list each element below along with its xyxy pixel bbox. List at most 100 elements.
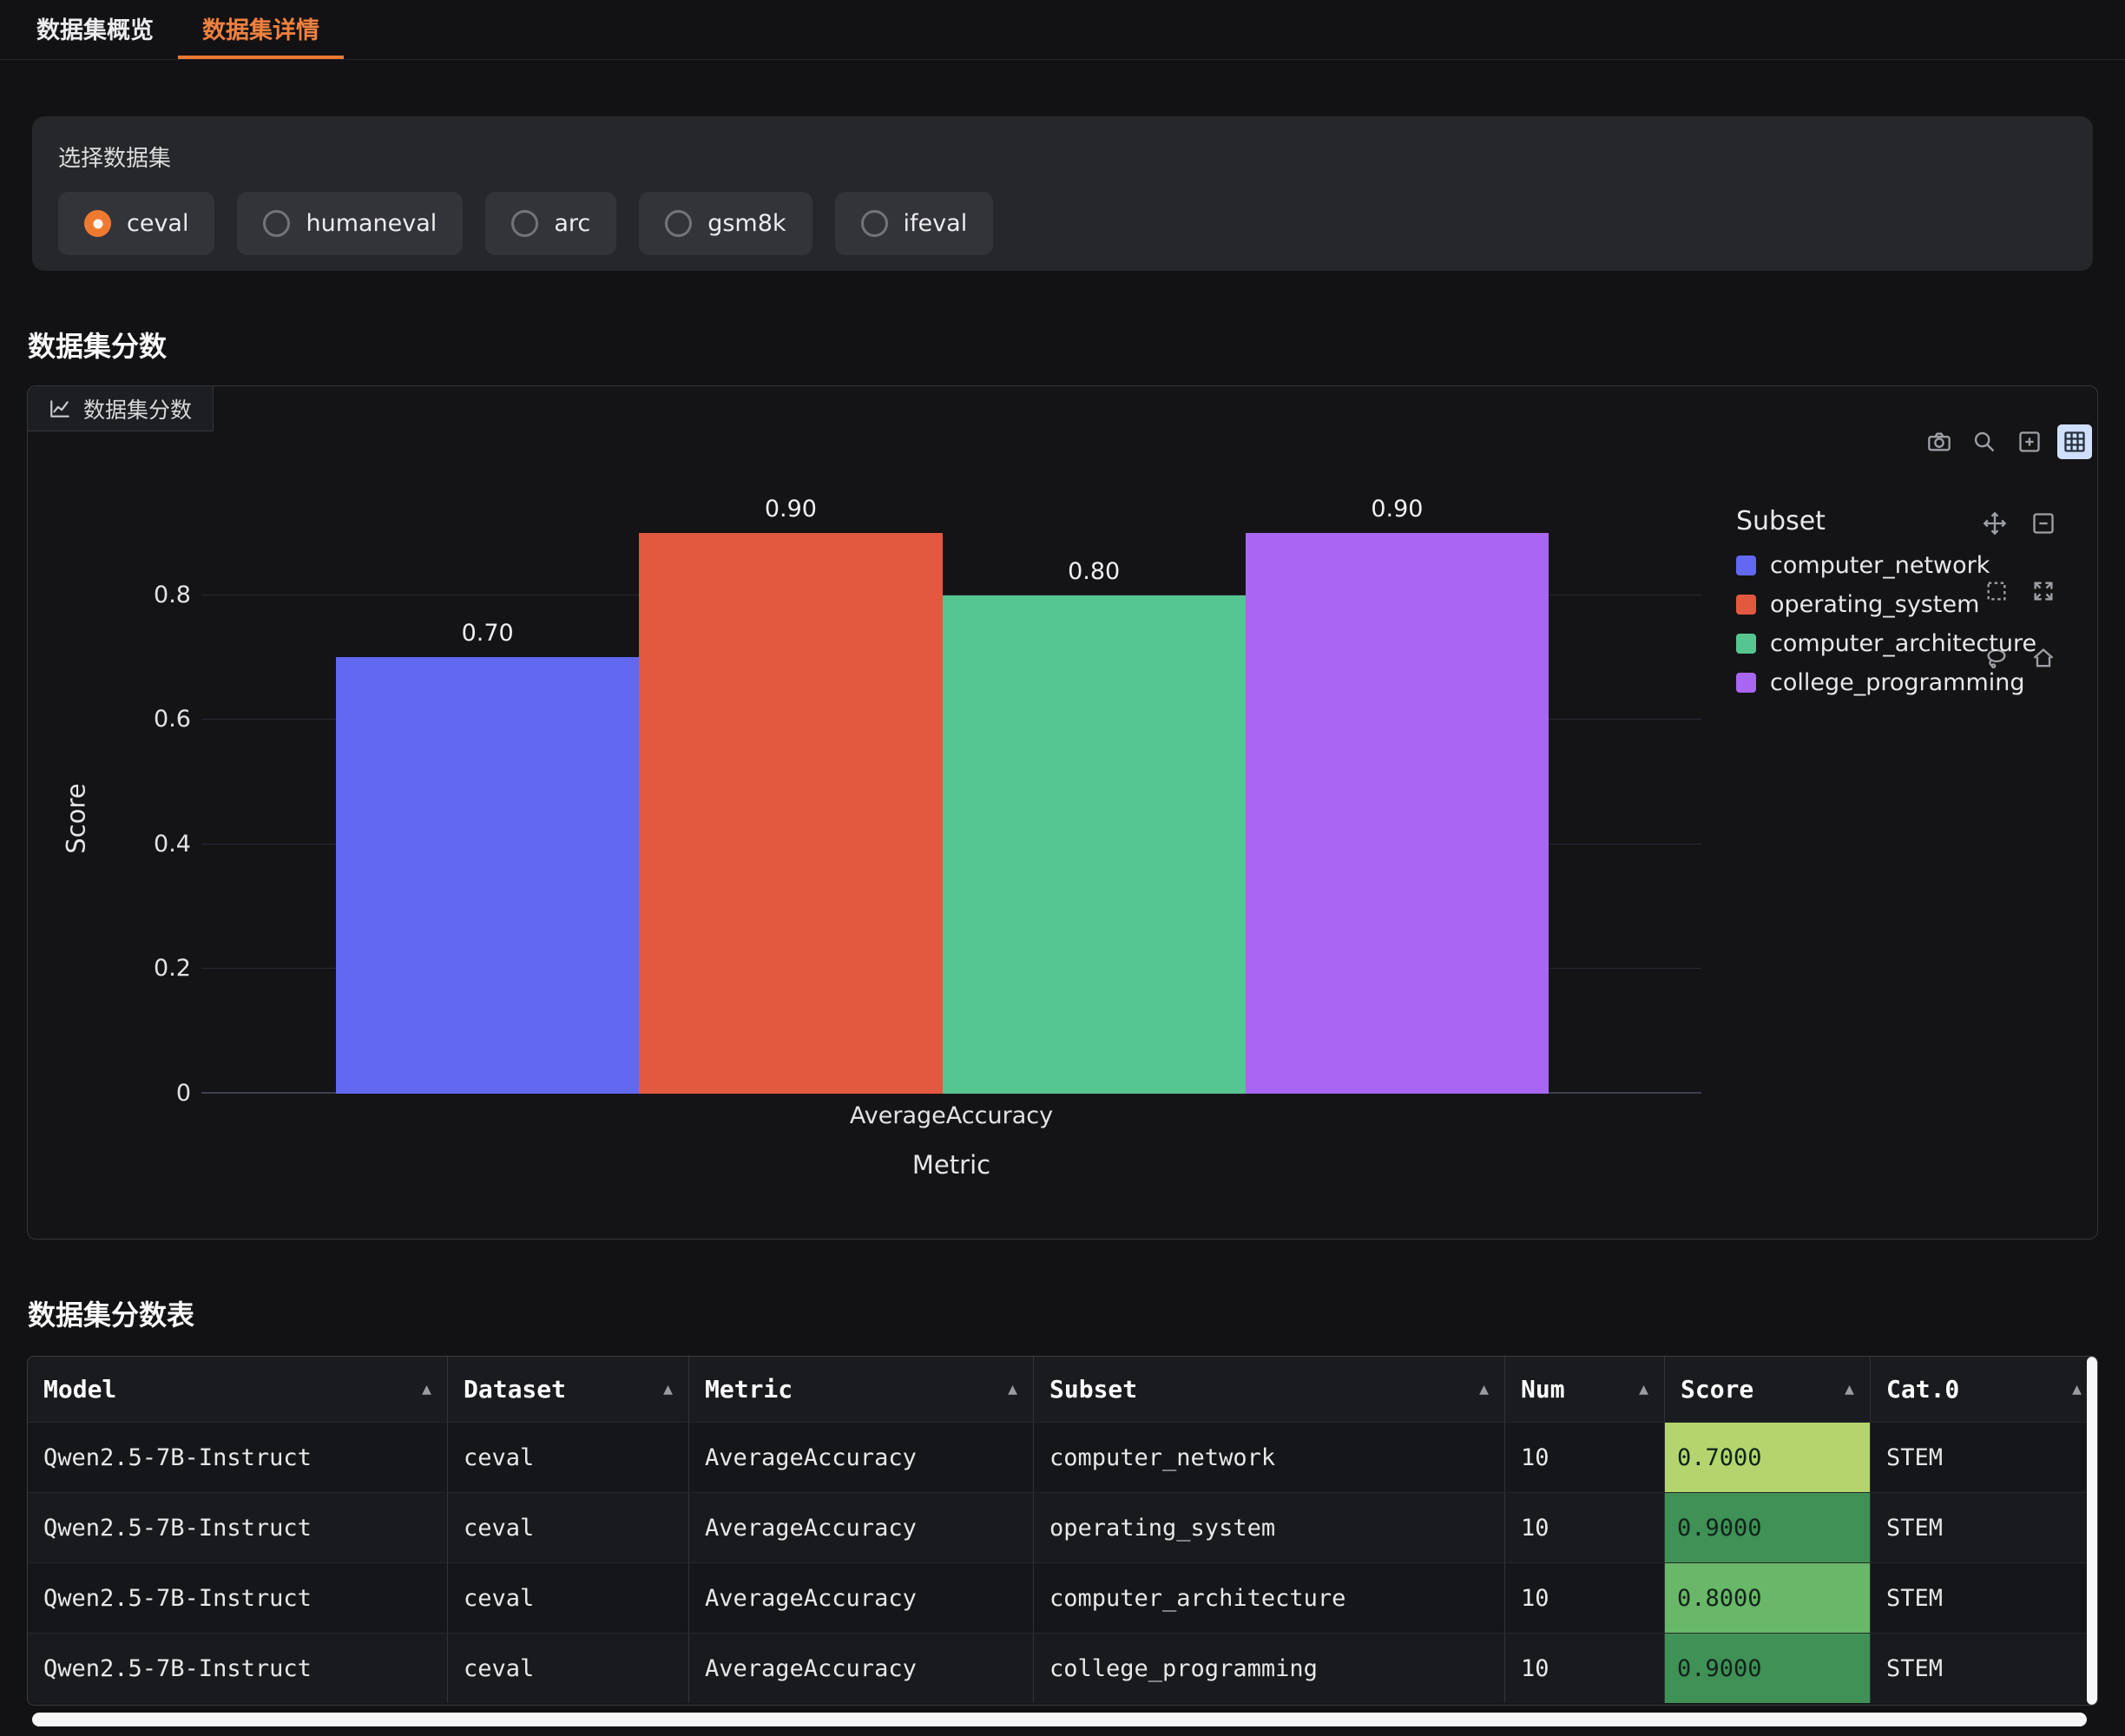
vertical-scrollbar[interactable] (2087, 1357, 2097, 1705)
cell-num: 10 (1505, 1493, 1665, 1562)
cell-score: 0.9000 (1665, 1634, 1871, 1703)
radio-label: gsm8k (707, 210, 786, 237)
bar: 0.70 (336, 657, 639, 1094)
zoom-in-icon[interactable] (2012, 424, 2047, 459)
camera-icon[interactable] (1922, 424, 1957, 459)
tab-dataset-overview[interactable]: 数据集概览 (12, 0, 178, 59)
y-axis-title: Score (62, 783, 91, 853)
column-header-num[interactable]: Num ▲ (1505, 1357, 1665, 1422)
table-header-row: Model ▲ Dataset ▲ Metric▲ Subset ▲ Num ▲ Sco… (28, 1357, 2097, 1422)
cell-dataset: ceval (448, 1493, 689, 1562)
cell-cat0: STEM (1871, 1634, 2097, 1703)
cell-num: 10 (1505, 1563, 1665, 1633)
table-view-icon[interactable] (2057, 424, 2092, 459)
radio-unselected-icon (861, 210, 888, 237)
line-chart-icon (49, 398, 71, 420)
score-cell: 0.9000 (1665, 1634, 1870, 1703)
column-label: Cat.0 (1886, 1375, 1959, 1404)
score-cell: 0.7000 (1665, 1423, 1870, 1492)
dataset-selector-label: 选择数据集 (58, 141, 2067, 173)
sort-arrow-icon[interactable]: ▲ (1008, 1380, 1017, 1398)
cell-cat0: STEM (1871, 1493, 2097, 1562)
legend-label: computer_architecture (1770, 630, 2036, 657)
radio-label: arc (554, 210, 590, 237)
bar: 0.90 (639, 533, 942, 1094)
table-section-title: 数据集分数表 (28, 1293, 2125, 1333)
cell-score: 0.9000 (1665, 1493, 1871, 1562)
sort-arrow-icon[interactable]: ▲ (1479, 1380, 1489, 1398)
score-cell: 0.9000 (1665, 1493, 1870, 1562)
column-header-metric[interactable]: Metric▲ (689, 1357, 1034, 1422)
column-header-model[interactable]: Model ▲ (28, 1357, 448, 1422)
legend-label: computer_network (1770, 552, 1990, 579)
sort-arrow-icon[interactable]: ▲ (422, 1380, 431, 1398)
cell-model: Qwen2.5-7B-Instruct (28, 1563, 448, 1633)
x-axis-tick-label: AverageAccuracy (201, 1102, 1701, 1129)
sort-arrow-icon[interactable]: ▲ (1639, 1380, 1648, 1398)
column-label: Score (1681, 1375, 1753, 1404)
radio-ceval[interactable]: ceval (58, 192, 214, 255)
radio-unselected-icon (665, 210, 692, 237)
column-header-subset[interactable]: Subset ▲ (1034, 1357, 1505, 1422)
zoom-icon[interactable] (1967, 424, 2002, 459)
radio-label: ceval (127, 210, 188, 237)
table-row: Qwen2.5-7B-Instruct ceval AverageAccurac… (28, 1492, 2097, 1562)
cell-dataset: ceval (448, 1634, 689, 1703)
horizontal-scrollbar[interactable] (32, 1713, 2087, 1726)
radio-unselected-icon (511, 210, 538, 237)
cell-num: 10 (1505, 1423, 1665, 1492)
column-header-dataset[interactable]: Dataset ▲ (448, 1357, 689, 1422)
sort-arrow-icon[interactable]: ▲ (2072, 1380, 2082, 1398)
legend-item[interactable]: college_programming (1736, 669, 2036, 696)
chart-modebar (1922, 424, 2092, 459)
x-axis-title: Metric (201, 1150, 1701, 1180)
legend-item[interactable]: computer_network (1736, 552, 2036, 579)
table-row: Qwen2.5-7B-Instruct ceval AverageAccurac… (28, 1562, 2097, 1633)
column-header-cat0[interactable]: Cat.0 ▲ (1871, 1357, 2097, 1422)
radio-ifeval[interactable]: ifeval (835, 192, 994, 255)
cell-num: 10 (1505, 1634, 1665, 1703)
radio-unselected-icon (263, 210, 290, 237)
radio-gsm8k[interactable]: gsm8k (639, 192, 812, 255)
cell-model: Qwen2.5-7B-Instruct (28, 1634, 448, 1703)
legend-swatch (1736, 673, 1756, 693)
bar: 0.80 (943, 595, 1246, 1094)
bar-value-label: 0.70 (336, 620, 639, 647)
legend-swatch (1736, 595, 1756, 615)
column-header-score[interactable]: Score ▲ (1665, 1357, 1871, 1422)
cell-subset: computer_architecture (1034, 1563, 1505, 1633)
legend-swatch (1736, 634, 1756, 654)
scores-table: Model ▲ Dataset ▲ Metric▲ Subset ▲ Num ▲ Sco… (27, 1356, 2098, 1706)
radio-humaneval[interactable]: humaneval (237, 192, 463, 255)
cell-model: Qwen2.5-7B-Instruct (28, 1423, 448, 1492)
legend-item[interactable]: operating_system (1736, 591, 2036, 618)
cell-metric: AverageAccuracy (689, 1563, 1034, 1633)
cell-score: 0.7000 (1665, 1423, 1871, 1492)
cell-metric: AverageAccuracy (689, 1493, 1034, 1562)
legend-item[interactable]: computer_architecture (1736, 630, 2036, 657)
dataset-selector-panel: 选择数据集 ceval humaneval arc gsm8k ifeval (32, 116, 2093, 271)
column-label: Subset (1049, 1375, 1137, 1404)
cell-subset: operating_system (1034, 1493, 1505, 1562)
chart-legend: Subset computer_network operating_system… (1736, 506, 2036, 708)
cell-subset: computer_network (1034, 1423, 1505, 1492)
cell-subset: college_programming (1034, 1634, 1505, 1703)
column-label: Model (43, 1375, 116, 1404)
tab-bar: 数据集概览 数据集详情 (0, 0, 2125, 60)
cell-metric: AverageAccuracy (689, 1634, 1034, 1703)
radio-arc[interactable]: arc (485, 192, 616, 255)
plot-area: 0.70 0.90 0.80 0.90 (201, 386, 1701, 1094)
radio-label: humaneval (306, 210, 437, 237)
legend-swatch (1736, 556, 1756, 575)
column-label: Dataset (464, 1375, 566, 1404)
cell-dataset: ceval (448, 1423, 689, 1492)
cell-cat0: STEM (1871, 1423, 2097, 1492)
scores-chart-panel: 数据集分数 0.70 (27, 385, 2098, 1240)
tab-dataset-detail[interactable]: 数据集详情 (178, 0, 344, 59)
sort-arrow-icon[interactable]: ▲ (1845, 1380, 1854, 1398)
radio-selected-icon (84, 210, 111, 237)
bar-group: 0.70 0.90 0.80 0.90 (336, 386, 1549, 1094)
column-label: Num (1521, 1375, 1565, 1404)
cell-cat0: STEM (1871, 1563, 2097, 1633)
sort-arrow-icon[interactable]: ▲ (663, 1380, 673, 1398)
